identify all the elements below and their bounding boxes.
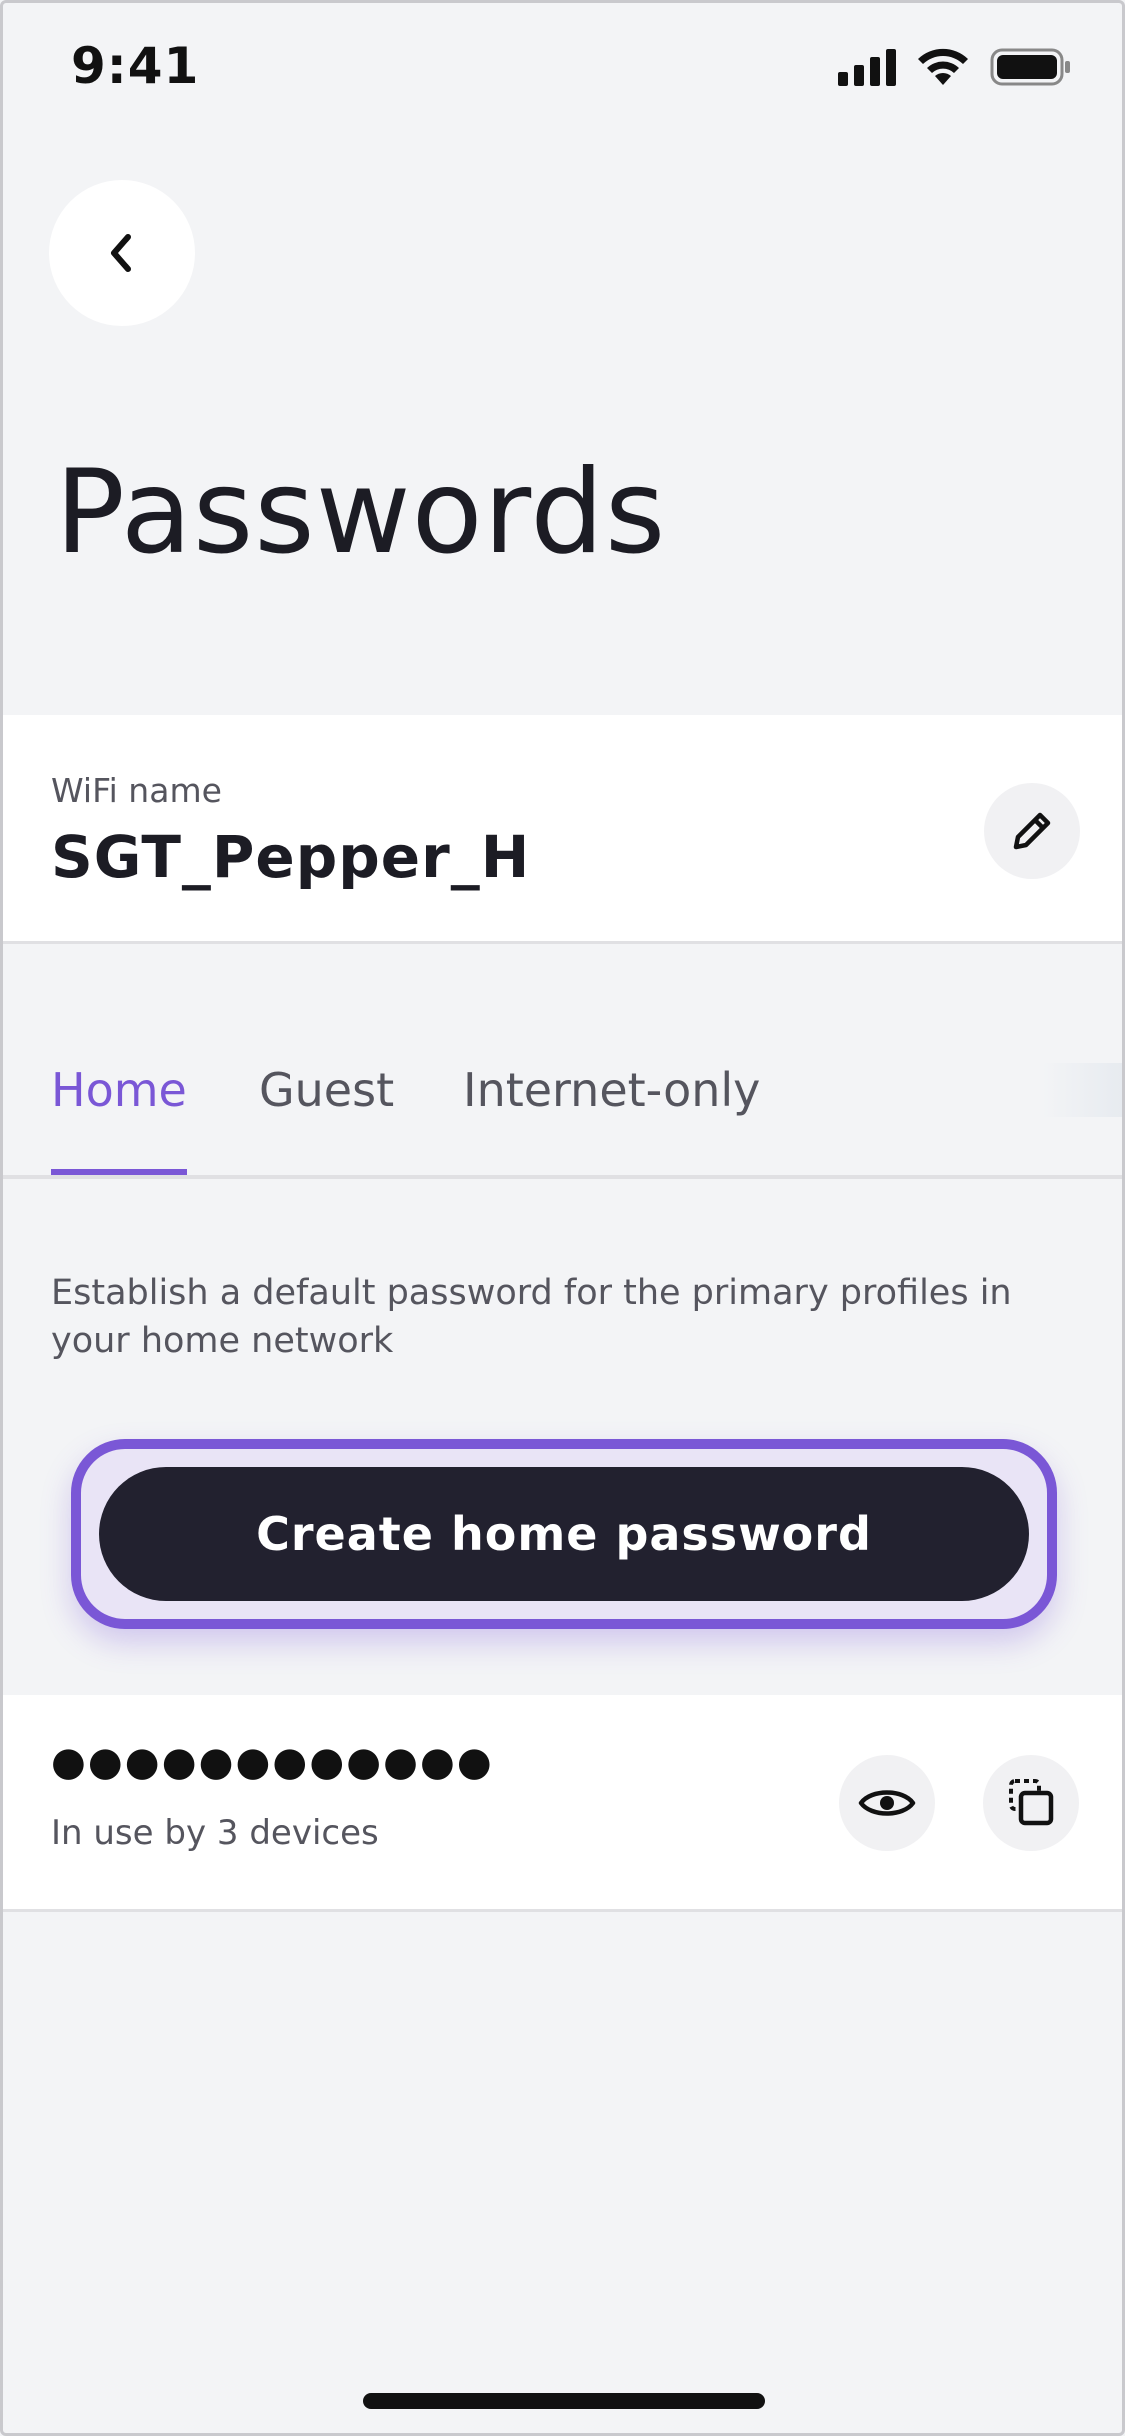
network-tabs: Home Guest Internet-only [3, 1033, 1122, 1179]
tab-internet-only[interactable]: Internet-only [463, 1063, 760, 1175]
tab-home[interactable]: Home [51, 1063, 187, 1175]
status-time: 9:41 [71, 37, 200, 95]
back-button[interactable] [49, 180, 195, 326]
edit-wifi-name-button[interactable] [984, 783, 1080, 879]
password-usage: In use by 3 devices [51, 1813, 379, 1853]
wifi-icon [916, 47, 970, 87]
home-indicator[interactable] [363, 2393, 765, 2409]
battery-icon [990, 47, 1072, 87]
show-password-button[interactable] [839, 1755, 935, 1851]
chevron-left-icon [111, 234, 131, 272]
home-description: Establish a default password for the pri… [51, 1273, 1012, 1361]
page-title: Passwords [55, 445, 667, 580]
status-bar: 9:41 [3, 3, 1122, 135]
wifi-name-value: SGT_Pepper_H [51, 823, 531, 891]
passwords-screen: 9:41 Passwords WiFi name SGT_Pepper_H Ho… [0, 0, 1125, 2436]
password-row: ●●●●●●●●●●●● In use by 3 devices [3, 1695, 1122, 1912]
copy-password-button[interactable] [983, 1755, 1079, 1851]
copy-icon [1009, 1779, 1054, 1826]
tabs-scroll-fade [1042, 1063, 1122, 1117]
create-home-password-button[interactable]: Create home password [99, 1467, 1029, 1601]
pencil-icon [1013, 812, 1051, 850]
wifi-name-label: WiFi name [51, 771, 222, 810]
masked-password: ●●●●●●●●●●●● [51, 1739, 494, 1785]
status-icons [838, 47, 1072, 87]
cellular-signal-icon [838, 48, 896, 86]
wifi-name-card: WiFi name SGT_Pepper_H [3, 715, 1122, 944]
eye-icon [858, 1790, 916, 1816]
tab-guest[interactable]: Guest [259, 1063, 394, 1175]
